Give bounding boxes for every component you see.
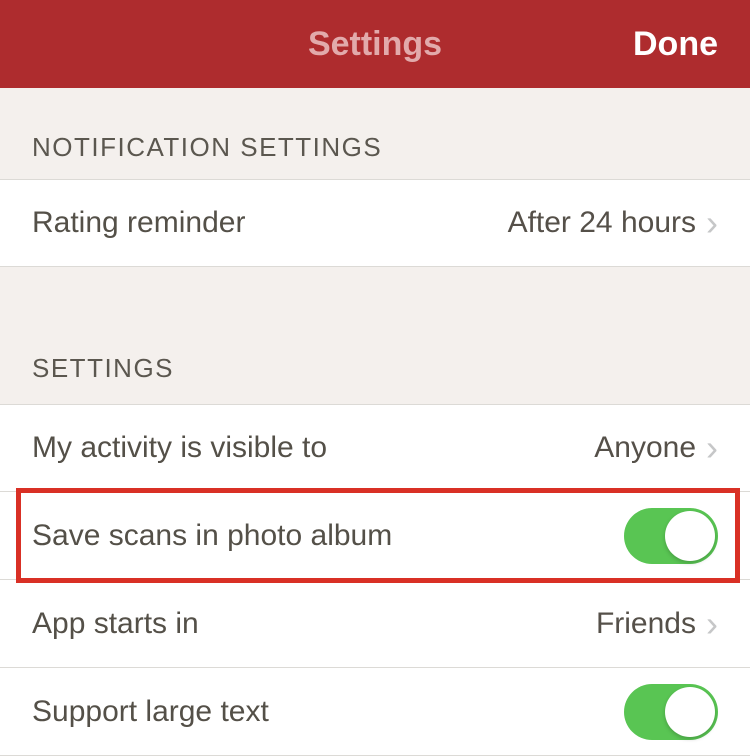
activity-visible-label: My activity is visible to	[32, 431, 327, 465]
save-scans-toggle[interactable]	[624, 508, 718, 564]
notification-section-header: NOTIFICATION SETTINGS	[0, 88, 750, 179]
rating-reminder-row[interactable]: Rating reminder After 24 hours ›	[0, 179, 750, 267]
toggle-knob	[665, 687, 715, 737]
large-text-label: Support large text	[32, 695, 269, 729]
settings-section-header: SETTINGS	[0, 267, 750, 404]
app-starts-value-container: Friends ›	[596, 603, 718, 645]
header: Settings Done	[0, 0, 750, 88]
rating-reminder-value-container: After 24 hours ›	[508, 202, 718, 244]
activity-visible-row[interactable]: My activity is visible to Anyone ›	[0, 404, 750, 492]
app-starts-value: Friends	[596, 607, 696, 641]
chevron-right-icon: ›	[706, 603, 718, 645]
app-starts-label: App starts in	[32, 607, 199, 641]
rating-reminder-label: Rating reminder	[32, 206, 245, 240]
rating-reminder-value: After 24 hours	[508, 206, 696, 240]
page-title: Settings	[308, 25, 442, 64]
activity-visible-value: Anyone	[594, 431, 696, 465]
large-text-row[interactable]: Support large text	[0, 668, 750, 756]
save-scans-row[interactable]: Save scans in photo album	[0, 492, 750, 580]
activity-visible-value-container: Anyone ›	[594, 427, 718, 469]
large-text-toggle[interactable]	[624, 684, 718, 740]
done-button[interactable]: Done	[633, 25, 718, 64]
chevron-right-icon: ›	[706, 427, 718, 469]
save-scans-label: Save scans in photo album	[32, 519, 392, 553]
app-starts-row[interactable]: App starts in Friends ›	[0, 580, 750, 668]
toggle-knob	[665, 511, 715, 561]
chevron-right-icon: ›	[706, 202, 718, 244]
